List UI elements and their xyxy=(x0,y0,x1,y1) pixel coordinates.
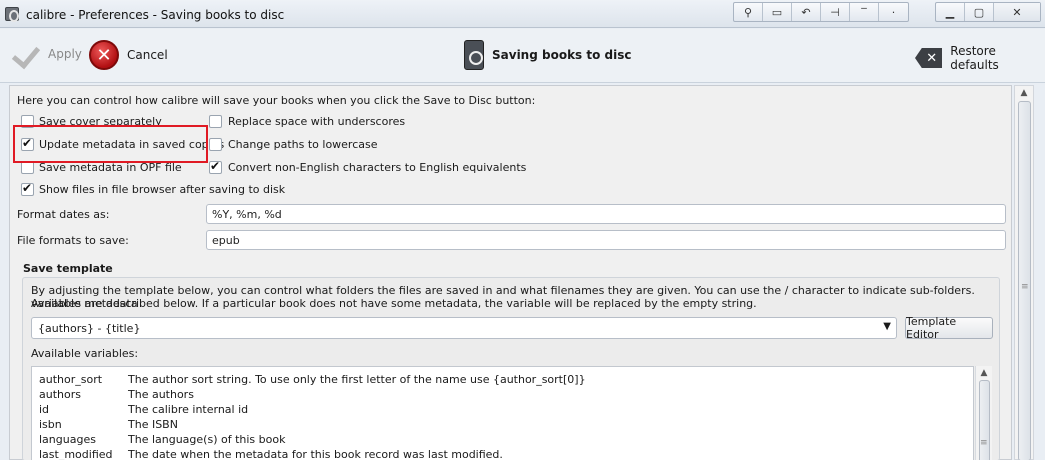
dot-icon[interactable]: · xyxy=(879,3,908,21)
variable-description: The author sort string. To use only the … xyxy=(128,373,586,386)
minimize-icon[interactable]: ▁ xyxy=(936,3,965,21)
show-files-label: Show files in file browser after saving … xyxy=(39,183,286,196)
grip-icon: ≡ xyxy=(980,438,988,448)
intro-text: Here you can control how calibre will sa… xyxy=(17,94,536,107)
variable-description: The authors xyxy=(128,388,194,401)
save-opf-label: Save metadata in OPF file xyxy=(39,161,182,174)
variable-row: isbn The ISBN xyxy=(39,418,178,431)
variable-row: languages The language(s) of this book xyxy=(39,433,285,446)
cancel-button[interactable]: ✕ Cancel xyxy=(89,40,168,70)
update-metadata-checkbox[interactable] xyxy=(21,136,34,151)
variable-description: The date when the metadata for this book… xyxy=(128,448,503,460)
window-manager-buttons: ⚲ ▭ ↶ ⊣ ‾ · xyxy=(733,2,909,22)
keep-icon[interactable]: ⊣ xyxy=(821,3,850,21)
save-cover-checkbox[interactable] xyxy=(21,115,34,128)
apply-button[interactable]: Apply xyxy=(12,43,82,65)
variables-scrollbar[interactable]: ▲ ≡ xyxy=(975,366,992,460)
variables-list[interactable]: author_sort The author sort string. To us… xyxy=(31,366,974,460)
window-controls: ▁ ▢ ✕ xyxy=(935,2,1041,22)
variable-description: The calibre internal id xyxy=(128,403,249,416)
variable-name: languages xyxy=(39,433,96,446)
chevron-down-icon[interactable]: ▼ xyxy=(883,321,891,332)
variable-row: last_modified The date when the metadata … xyxy=(39,448,503,460)
variable-name: authors xyxy=(39,388,81,401)
section-title: Saving books to disc xyxy=(492,48,632,62)
save-template-title: Save template xyxy=(23,262,113,275)
maximize-icon[interactable]: ▢ xyxy=(965,3,994,21)
section-header: Saving books to disc xyxy=(464,40,631,70)
convert-ascii-checkbox[interactable] xyxy=(209,159,222,174)
clear-icon: ✕ xyxy=(915,48,943,68)
variable-name: last_modified xyxy=(39,448,113,460)
format-dates-label: Format dates as: xyxy=(17,208,110,221)
template-combo[interactable]: {authors} - {title} ▼ xyxy=(31,317,897,339)
save-cover-label: Save cover separately xyxy=(39,115,162,128)
preferences-toolbar: Apply ✕ Cancel Saving books to disc ✕ Re… xyxy=(0,29,1045,83)
rollback-icon[interactable]: ↶ xyxy=(792,3,821,21)
format-dates-input[interactable]: %Y, %m, %d xyxy=(206,204,1006,224)
options-panel: Here you can control how calibre will sa… xyxy=(9,85,1012,460)
restore-label: Restore defaults xyxy=(950,44,999,72)
shade-icon[interactable]: ‾ xyxy=(850,3,879,21)
save-template-group: By adjusting the template below, you can… xyxy=(22,277,1000,460)
restore-defaults-button[interactable]: ✕ Restore defaults xyxy=(915,44,1045,72)
variable-row: authors The authors xyxy=(39,388,194,401)
cancel-label: Cancel xyxy=(127,48,168,62)
template-value: {authors} - {title} xyxy=(38,322,141,335)
save-disc-icon xyxy=(464,40,484,70)
calibre-app-icon xyxy=(5,7,19,22)
variables-scroll-thumb[interactable] xyxy=(979,380,990,460)
template-editor-button[interactable]: Template Editor xyxy=(905,315,993,341)
lowercase-checkbox[interactable] xyxy=(209,138,222,151)
variable-description: The ISBN xyxy=(128,418,178,431)
variable-row: id The calibre internal id xyxy=(39,403,248,416)
available-variables-label: Available variables: xyxy=(31,347,139,360)
page-grip-icon: ≡ xyxy=(1021,282,1029,292)
replace-space-checkbox[interactable] xyxy=(209,115,222,128)
window-icon[interactable]: ▭ xyxy=(763,3,792,21)
cancel-icon: ✕ xyxy=(89,40,119,70)
variable-row: author_sort The author sort string. To us… xyxy=(39,373,586,386)
window-title: calibre - Preferences - Saving books to … xyxy=(26,8,285,22)
show-files-checkbox[interactable] xyxy=(21,181,34,196)
variable-name: author_sort xyxy=(39,373,103,386)
template-description-line2: variables are described below. If a part… xyxy=(31,297,757,310)
lowercase-label: Change paths to lowercase xyxy=(228,138,378,151)
pin-icon[interactable]: ⚲ xyxy=(734,3,763,21)
file-formats-input[interactable]: epub xyxy=(206,230,1006,250)
update-metadata-label: Update metadata in saved copies xyxy=(39,138,225,151)
file-formats-label: File formats to save: xyxy=(17,234,129,247)
page-scrollbar[interactable]: ▲ ≡ xyxy=(1014,85,1034,460)
page-scroll-thumb[interactable] xyxy=(1018,101,1031,460)
title-bar: calibre - Preferences - Saving books to … xyxy=(0,0,1045,28)
variable-description: The language(s) of this book xyxy=(128,433,286,446)
variable-name: isbn xyxy=(39,418,62,431)
check-icon xyxy=(12,43,40,65)
save-opf-checkbox[interactable] xyxy=(21,161,34,174)
close-icon[interactable]: ✕ xyxy=(994,3,1040,21)
convert-ascii-label: Convert non-English characters to Englis… xyxy=(228,161,527,174)
replace-space-label: Replace space with underscores xyxy=(228,115,406,128)
scroll-up-icon[interactable]: ▲ xyxy=(976,368,992,378)
variable-name: id xyxy=(39,403,50,416)
page-scroll-up-icon[interactable]: ▲ xyxy=(1015,88,1033,98)
apply-label: Apply xyxy=(48,47,82,61)
